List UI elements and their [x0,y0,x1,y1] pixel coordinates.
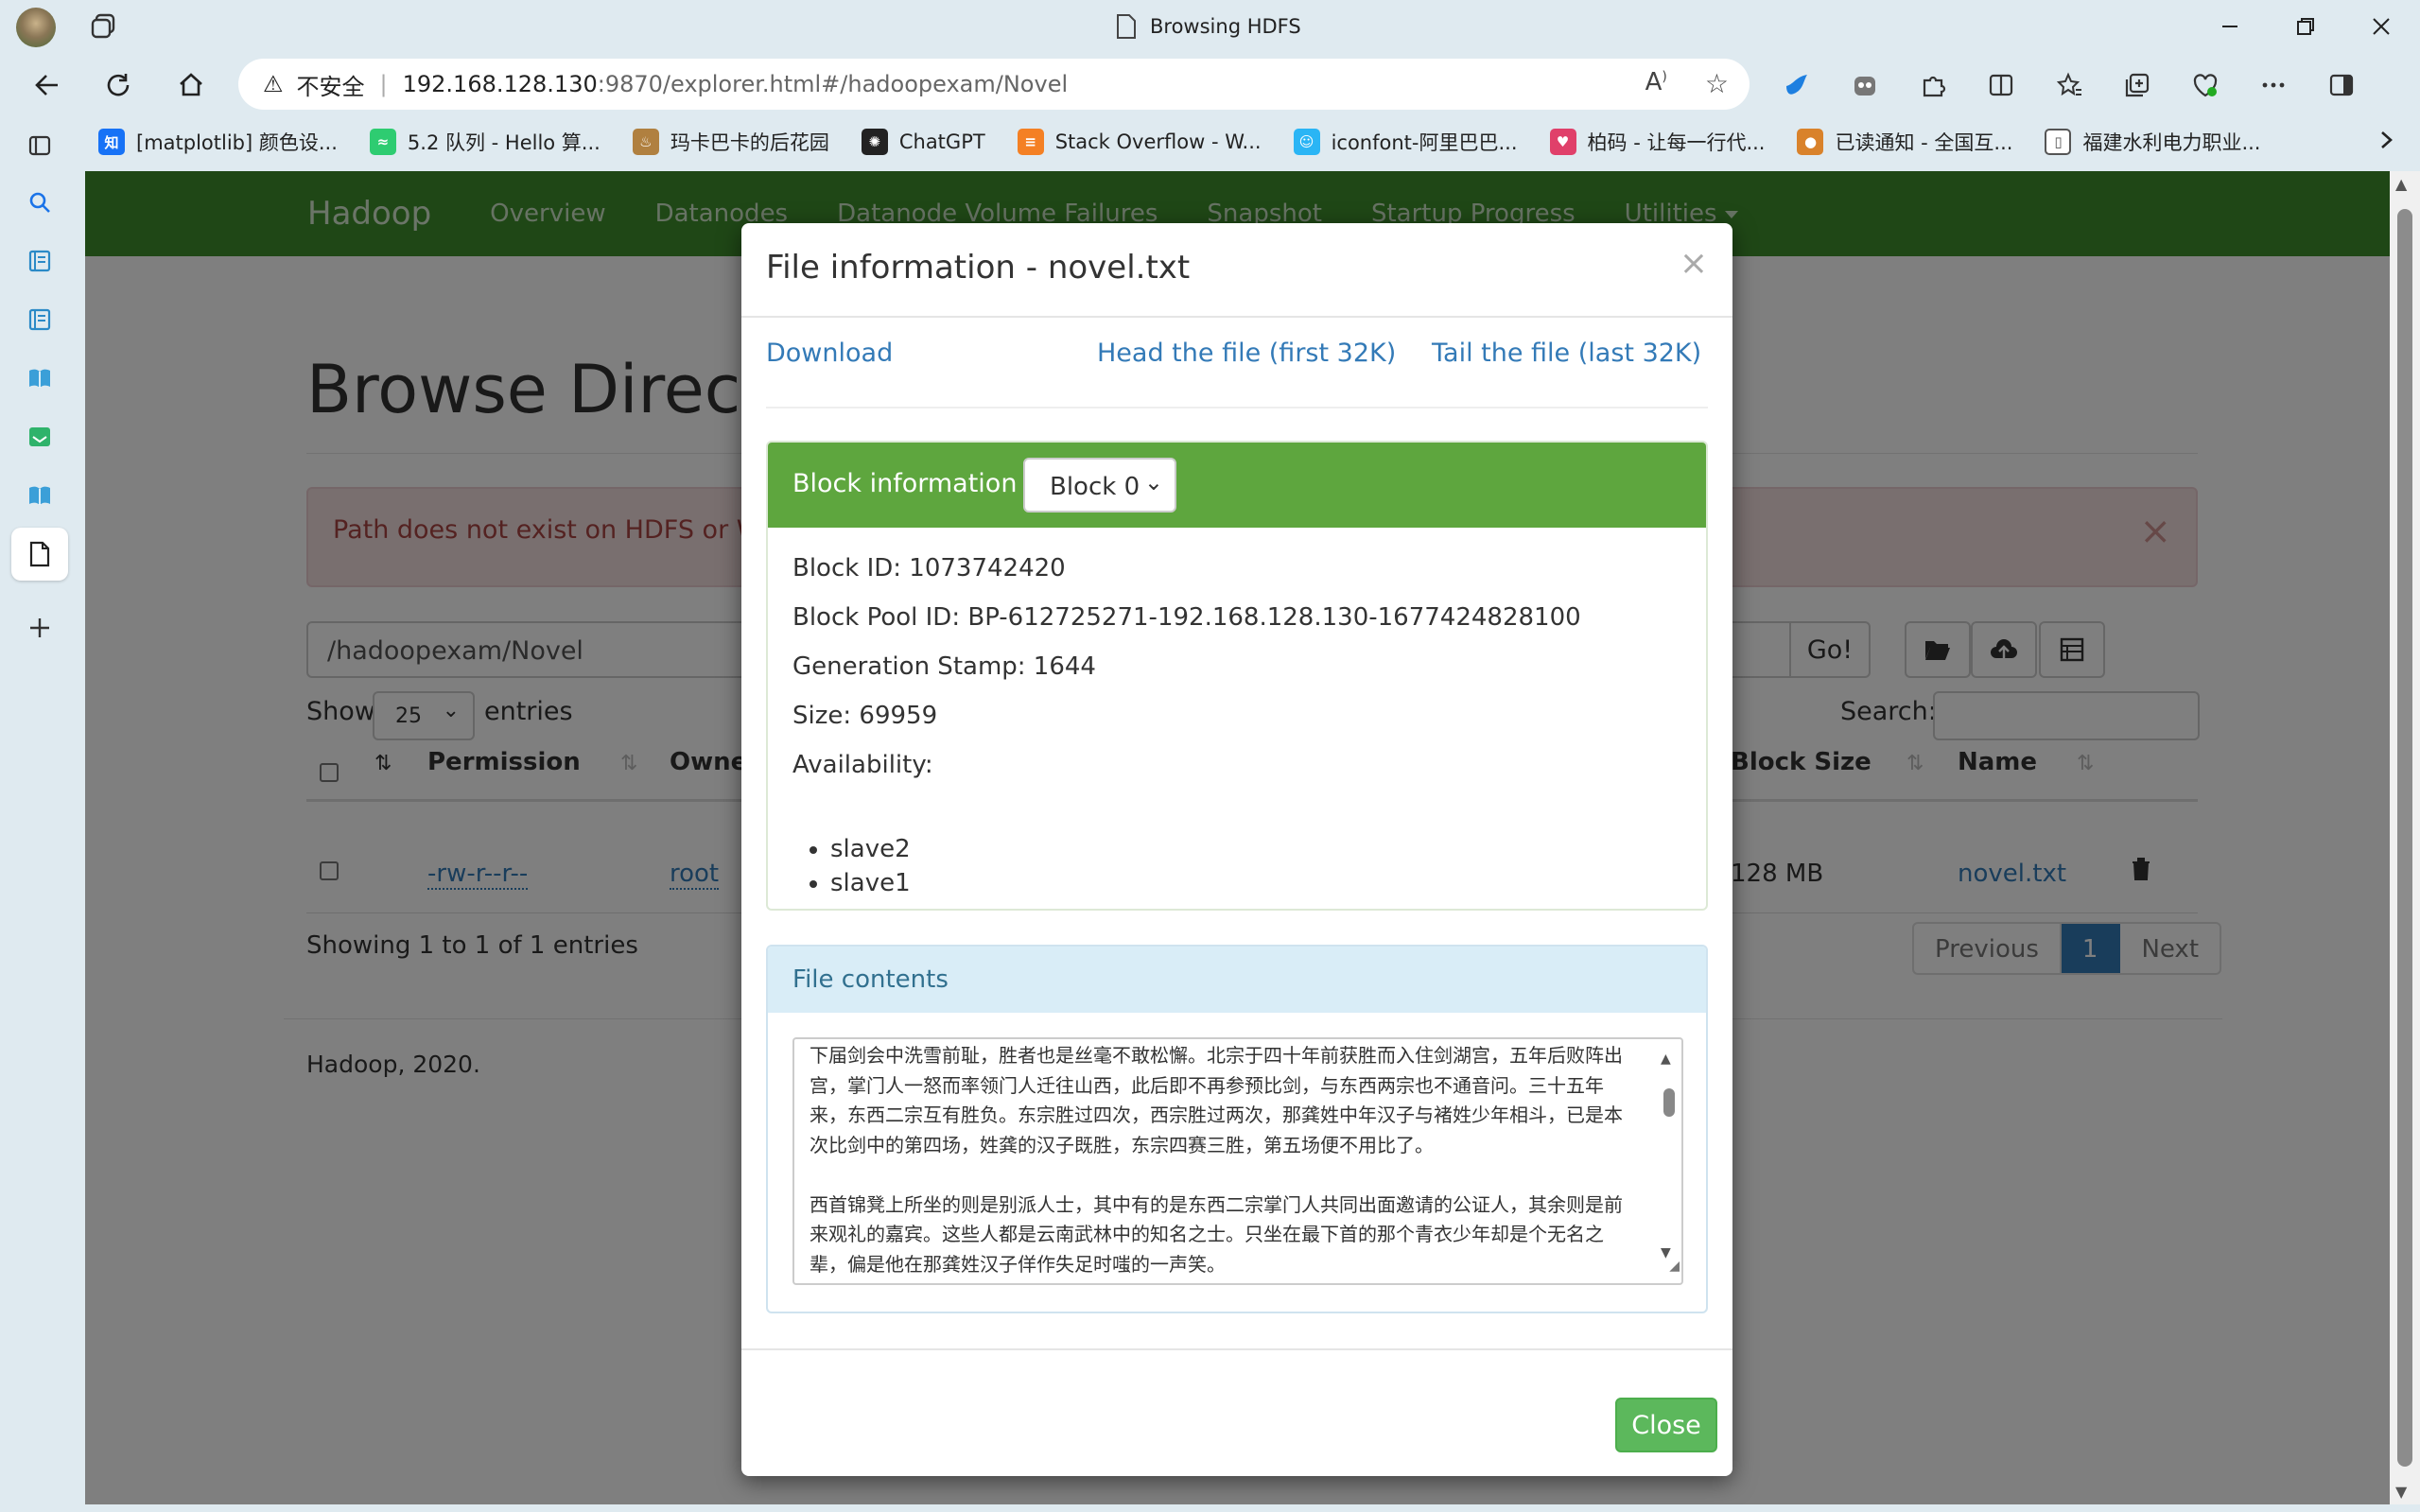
chatgpt-icon: ✺ [861,129,888,155]
warning-icon: ⚠ [263,71,284,97]
block-id: Block ID: 1073742420 [792,554,1066,582]
scroll-down-icon[interactable]: ▼ [2395,1483,2407,1501]
split-screen-icon[interactable] [1978,62,2024,108]
browser-sidebar [0,115,79,1512]
tail-file-link[interactable]: Tail the file (last 32K) [1432,339,1701,368]
extension-cat-icon[interactable] [1842,62,1888,108]
file-contents-textarea[interactable]: 下届剑会中洗雪前耻，胜者也是丝毫不敢松懈。北宗于四十年前获胜而入住剑湖宫，五年后… [792,1037,1683,1285]
bookmark-item[interactable]: ♨ 玛卡巴卡的后花园 [619,128,843,156]
textarea-scrollbar[interactable]: ▲ ▼ [1659,1045,1678,1281]
file-info-modal: File information - novel.txt × Download … [741,223,1732,1476]
add-icon[interactable] [19,607,61,649]
bookmark-item[interactable]: ≡ Stack Overflow - W... [1004,129,1275,155]
iconfont-icon: ☺ [1293,129,1320,155]
notebook-icon[interactable] [19,240,61,282]
url-bar[interactable]: ⚠ 不安全 | 192.168.128.130:9870/explorer.ht… [238,59,1750,110]
tea-icon: ♨ [632,129,659,155]
bookmark-item[interactable]: ☺ iconfont-阿里巴巴... [1280,128,1531,156]
file-contents-label: File contents [792,965,949,994]
profile-avatar[interactable] [16,8,56,47]
vertical-tabs-icon[interactable] [19,125,61,166]
contents-paragraph: 下届剑会中洗雪前耻，胜者也是丝毫不敢松懈。北宗于四十年前获胜而入住剑湖宫，五年后… [810,1044,1623,1156]
restore-button[interactable] [2279,6,2332,47]
url-host: 192.168.128.130 [402,71,598,97]
block-size: Size: 69959 [792,702,938,730]
scroll-thumb[interactable] [2397,209,2412,1467]
chevron-down-icon: ⌄ [1143,469,1163,495]
page-icon [1117,14,1136,39]
leetcode-icon: ≈ [369,129,396,155]
modal-footer-divider [741,1348,1732,1350]
file-contents-header: File contents [768,947,1706,1013]
home-button[interactable] [168,62,214,108]
extension-bird-icon[interactable] [1774,62,1819,108]
generation-stamp: Generation Stamp: 1644 [792,652,1096,681]
tab-actions-icon[interactable] [89,11,119,42]
block-info-label: Block information -- [792,469,1044,498]
inbox-icon[interactable] [19,416,61,458]
back-button[interactable] [25,62,70,108]
block-pool-id: Block Pool ID: BP-612725271-192.168.128.… [792,603,1581,632]
head-file-link[interactable]: Head the file (first 32K) [1097,339,1396,368]
block-info-header: Block information -- Block 0 ⌄ [768,443,1706,528]
favorite-star-icon[interactable]: ☆ [1705,68,1729,99]
page-scrollbar[interactable]: ▲ ▼ [2390,171,2420,1504]
favorites-icon[interactable] [2046,62,2092,108]
file-icon: ▯ [2045,129,2072,155]
close-button[interactable]: Close [1615,1398,1717,1452]
window-title-text: Browsing HDFS [1150,15,1301,38]
bocode-icon: ♥ [1549,129,1576,155]
notebook-icon[interactable] [19,299,61,340]
sidebar-toggle-icon[interactable] [2319,62,2364,108]
resize-handle-icon[interactable]: ◢ [1669,1252,1680,1282]
security-label: 不安全 [296,73,365,100]
zhihu-icon: 知 [98,129,125,155]
toolbar-icons [1774,62,2364,108]
scroll-up-icon[interactable]: ▲ [1661,1045,1671,1075]
bookmark-item[interactable]: 知 [matplotlib] 颜色设... [85,128,351,156]
download-link[interactable]: Download [766,339,893,368]
refresh-button[interactable] [96,62,141,108]
bookmark-item[interactable]: ● 已读通知 - 全国互... [1784,128,2026,156]
bookmark-item[interactable]: ▯ 福建水利电力职业... [2031,128,2273,156]
notice-icon: ● [1797,129,1824,155]
availability-list: slave2 slave1 [830,832,911,900]
minimize-button[interactable] [2203,6,2256,47]
search-icon[interactable] [19,182,61,223]
stackoverflow-icon: ≡ [1017,129,1044,155]
links-divider [766,407,1708,408]
list-item: slave1 [830,866,911,900]
browser-essentials-icon[interactable] [2183,62,2228,108]
book-icon[interactable] [19,475,61,516]
extensions-puzzle-icon[interactable] [1910,62,1956,108]
list-item: slave2 [830,832,911,866]
address-row: ⚠ 不安全 | 192.168.128.130:9870/explorer.ht… [0,53,2420,115]
block-select[interactable]: Block 0 ⌄ [1023,458,1176,513]
document-icon[interactable] [11,528,68,581]
book-icon[interactable] [19,357,61,399]
file-contents-panel: File contents 下届剑会中洗雪前耻，胜者也是丝毫不敢松懈。北宗于四十… [766,945,1708,1313]
scroll-thumb[interactable] [1663,1088,1675,1117]
scroll-up-icon[interactable]: ▲ [2395,175,2407,193]
bookmark-item[interactable]: ✺ ChatGPT [848,129,999,155]
bookmark-item[interactable]: ≈5.2 队列 - Hello 算... [357,128,614,156]
close-window-button[interactable] [2355,6,2408,47]
modal-header-divider [741,316,1732,318]
modal-close-icon[interactable]: × [1680,244,1708,283]
availability-label: Availability: [792,751,933,779]
block-info-panel: Block information -- Block 0 ⌄ Block ID:… [766,441,1708,911]
collections-icon[interactable] [2115,62,2160,108]
bookmarks-bar: 知 [matplotlib] 颜色设... ≈5.2 队列 - Hello 算..… [85,115,2420,168]
window-title: Browsing HDFS [1116,9,1301,43]
bookmark-item[interactable]: ♥ 柏码 - 让每一行代... [1537,128,1779,156]
more-menu-icon[interactable] [2251,62,2296,108]
bookmarks-overflow-chevron-icon[interactable] [2373,127,2399,158]
title-bar: Browsing HDFS [0,0,2420,53]
contents-paragraph: 西首锦凳上所坐的则是别派人士，其中有的是东西二宗掌门人共同出面邀请的公证人，其余… [810,1192,1623,1276]
read-aloud-icon[interactable]: A) [1645,68,1667,99]
page-viewport: Hadoop Overview Datanodes Datanode Volum… [85,171,2390,1504]
modal-title: File information - novel.txt [766,249,1191,287]
url-path: :9870/explorer.html#/hadoopexam/Novel [597,71,1069,97]
